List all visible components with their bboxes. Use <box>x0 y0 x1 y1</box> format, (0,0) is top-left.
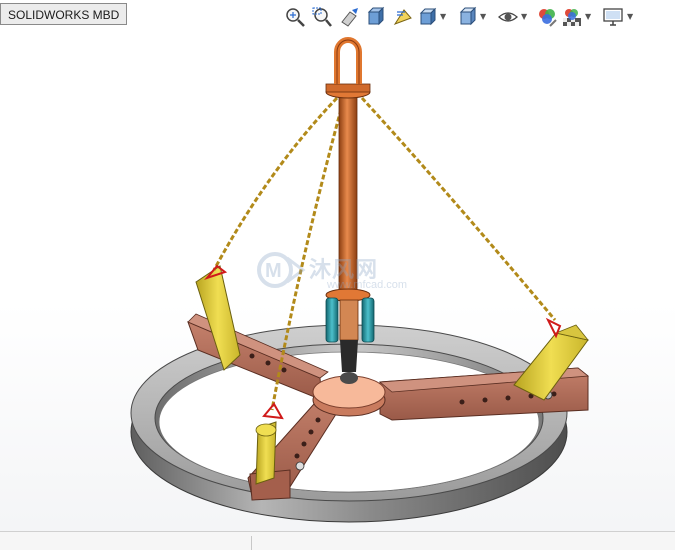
mbd-tab[interactable]: SOLIDWORKS MBD <box>0 3 128 25</box>
view-orientation-icon[interactable] <box>417 6 439 28</box>
view-settings-dropdown-icon[interactable]: ▼ <box>627 12 635 22</box>
edit-appearance-icon[interactable] <box>536 6 558 28</box>
previous-view-icon[interactable] <box>338 6 360 28</box>
display-style-dropdown-icon[interactable]: ▼ <box>480 12 488 22</box>
status-bar <box>0 531 675 550</box>
pad-front[interactable] <box>255 421 277 485</box>
status-bar-divider <box>251 536 252 550</box>
hide-show-dropdown-icon[interactable]: ▼ <box>521 12 529 22</box>
view-orientation-dropdown-icon[interactable]: ▼ <box>440 12 448 22</box>
zoom-to-area-icon[interactable] <box>311 6 333 28</box>
graphics-area[interactable]: M 沐风网 www.mfcad.com SOLIDWORKS MBD ▼ ▼ ▼… <box>0 0 675 550</box>
zoom-to-fit-icon[interactable] <box>284 6 306 28</box>
display-style-icon[interactable] <box>456 6 478 28</box>
hide-show-items-icon[interactable] <box>497 6 519 28</box>
svg-text:M: M <box>265 260 282 282</box>
watermark-logo: M <box>257 252 306 288</box>
apply-scene-icon[interactable] <box>561 6 583 28</box>
watermark-text-en: www.mfcad.com <box>327 279 408 291</box>
apply-scene-dropdown-icon[interactable]: ▼ <box>585 12 593 22</box>
view-settings-icon[interactable] <box>602 6 624 28</box>
dynamic-annotation-views-icon[interactable] <box>392 6 414 28</box>
watermark: M 沐风网 www.mfcad.com <box>257 248 422 298</box>
section-view-icon[interactable] <box>365 6 387 28</box>
